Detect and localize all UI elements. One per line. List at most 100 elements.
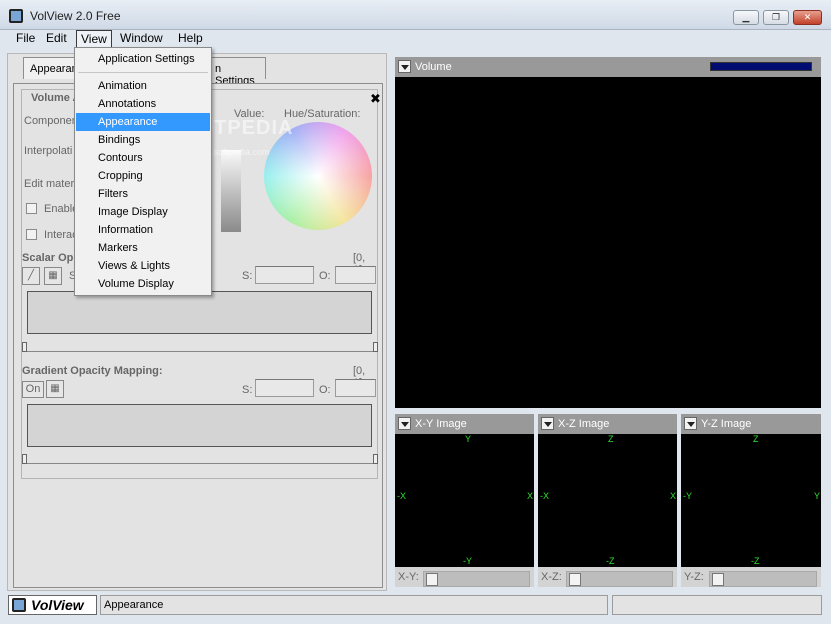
close-window-button[interactable]: ✕ (793, 10, 822, 25)
volview-logo-icon (12, 598, 26, 612)
gradient-opacity-title: Gradient Opacity Mapping: (22, 365, 163, 377)
gradient-s-field[interactable] (255, 379, 314, 397)
menu-file[interactable]: File (12, 30, 39, 48)
menu-item-application-settings[interactable]: Application Settings (76, 50, 210, 68)
volume-render-view[interactable] (395, 77, 821, 408)
gradient-range-slider[interactable] (22, 454, 378, 464)
menu-item-volume-display[interactable]: Volume Display (76, 275, 210, 293)
xz-top-axis: Z (608, 434, 614, 444)
yz-view-header: Y-Z Image (681, 414, 821, 434)
interpolation-label: Interpolati (24, 145, 73, 157)
scalar-o-field[interactable] (335, 266, 376, 284)
pencil-icon[interactable]: ╱ (22, 267, 40, 285)
yz-slice-slider[interactable] (709, 571, 817, 587)
grid-icon[interactable]: ▦ (44, 267, 62, 285)
menu-item-animation[interactable]: Animation (76, 77, 210, 95)
xy-slice-slider[interactable] (423, 571, 530, 587)
xy-top-axis: Y (465, 434, 472, 444)
xz-right-axis: X (670, 491, 677, 501)
xy-bottom-axis: -Y (463, 556, 472, 566)
view-dropdown-icon[interactable] (684, 417, 697, 430)
scalar-range-right-handle[interactable] (373, 342, 378, 352)
menu-edit[interactable]: Edit (42, 30, 71, 48)
xy-slice-label: X-Y: (398, 571, 419, 583)
xy-right-axis: X (527, 491, 534, 501)
xz-image-view[interactable]: Z -Z -X X (538, 434, 677, 567)
view-dropdown-icon[interactable] (398, 417, 411, 430)
menu-item-appearance[interactable]: Appearance (76, 113, 210, 131)
xy-view-header: X-Y Image (395, 414, 534, 434)
yz-slice-label: Y-Z: (684, 571, 704, 583)
scalar-opacity-title: Scalar Op (22, 252, 74, 264)
gradient-opacity-editor[interactable] (27, 404, 372, 447)
xz-slice-thumb[interactable] (569, 573, 581, 586)
xz-view-header: X-Z Image (538, 414, 677, 434)
value-slider[interactable] (221, 150, 241, 232)
yz-bottom-axis: -Z (751, 556, 760, 566)
gradient-range-left-handle[interactable] (22, 454, 27, 464)
brand-text: VolView (31, 597, 84, 613)
interact-checkbox[interactable] (26, 229, 37, 240)
interact-label: Interac (44, 229, 78, 241)
close-icon[interactable]: ✖ (370, 91, 381, 107)
scalar-s-label: S: (242, 270, 253, 282)
title-bar: VolView 2.0 Free ▁ ❐ ✕ (0, 0, 831, 30)
xy-slice-row: X-Y: (395, 567, 534, 587)
menu-item-bindings[interactable]: Bindings (76, 131, 210, 149)
xz-slice-label: X-Z: (541, 571, 562, 583)
maximize-button[interactable]: ❐ (763, 10, 789, 25)
gradient-range-right-handle[interactable] (373, 454, 378, 464)
scalar-o-label: O: (319, 270, 331, 282)
gradient-s-label: S: (242, 384, 253, 396)
scalar-opacity-editor[interactable] (27, 291, 372, 334)
menu-item-information[interactable]: Information (76, 221, 210, 239)
xz-left-axis: -X (540, 491, 549, 501)
status-bar: VolView Appearance (0, 592, 831, 624)
yz-view-title: Y-Z Image (701, 418, 752, 430)
scalar-range-slider[interactable] (22, 342, 378, 352)
xy-left-axis: -X (397, 491, 406, 501)
gradient-o-field[interactable] (335, 379, 376, 397)
yz-slice-row: Y-Z: (681, 567, 821, 587)
menu-item-image-display[interactable]: Image Display (76, 203, 210, 221)
xy-view-title: X-Y Image (415, 418, 467, 430)
menu-window[interactable]: Window (116, 30, 167, 48)
gradient-on-button[interactable]: On (22, 381, 44, 398)
menu-item-views-lights[interactable]: Views & Lights (76, 257, 210, 275)
view-dropdown-icon[interactable] (398, 60, 411, 73)
menu-item-cropping[interactable]: Cropping (76, 167, 210, 185)
component-label: Componen (24, 115, 78, 127)
view-dropdown-icon[interactable] (541, 417, 554, 430)
menu-item-contours[interactable]: Contours (76, 149, 210, 167)
scalar-range-left-handle[interactable] (22, 342, 27, 352)
minimize-button[interactable]: ▁ (733, 10, 759, 25)
enable-checkbox[interactable] (26, 203, 37, 214)
menu-bar: File Edit View Window Help (0, 30, 831, 48)
menu-item-annotations[interactable]: Annotations (76, 95, 210, 113)
scalar-s-field[interactable] (255, 266, 314, 284)
status-progress-box (612, 595, 822, 615)
yz-image-view[interactable]: Z -Z -Y Y (681, 434, 821, 567)
xz-slice-row: X-Z: (538, 567, 677, 587)
render-progress-bar (710, 62, 812, 71)
xz-bottom-axis: -Z (606, 556, 615, 566)
menu-help[interactable]: Help (174, 30, 207, 48)
menu-item-markers[interactable]: Markers (76, 239, 210, 257)
menu-separator (78, 72, 208, 73)
tab-settings[interactable]: n Settings (208, 57, 266, 87)
volview-app-icon (9, 9, 23, 23)
hue-saturation-label: Hue/Saturation: (284, 108, 361, 120)
status-message: Appearance (100, 595, 608, 615)
xz-slice-slider[interactable] (566, 571, 673, 587)
yz-slice-thumb[interactable] (712, 573, 724, 586)
menu-view[interactable]: View (76, 30, 112, 48)
xy-image-view[interactable]: Y -Y -X X (395, 434, 534, 567)
yz-top-axis: Z (753, 434, 759, 444)
xy-slice-thumb[interactable] (426, 573, 438, 586)
gradient-o-label: O: (319, 384, 331, 396)
volume-view-title: Volume (415, 61, 452, 73)
yz-left-axis: -Y (683, 491, 692, 501)
xz-view-title: X-Z Image (558, 418, 610, 430)
grid-icon[interactable]: ▦ (46, 380, 64, 398)
menu-item-filters[interactable]: Filters (76, 185, 210, 203)
